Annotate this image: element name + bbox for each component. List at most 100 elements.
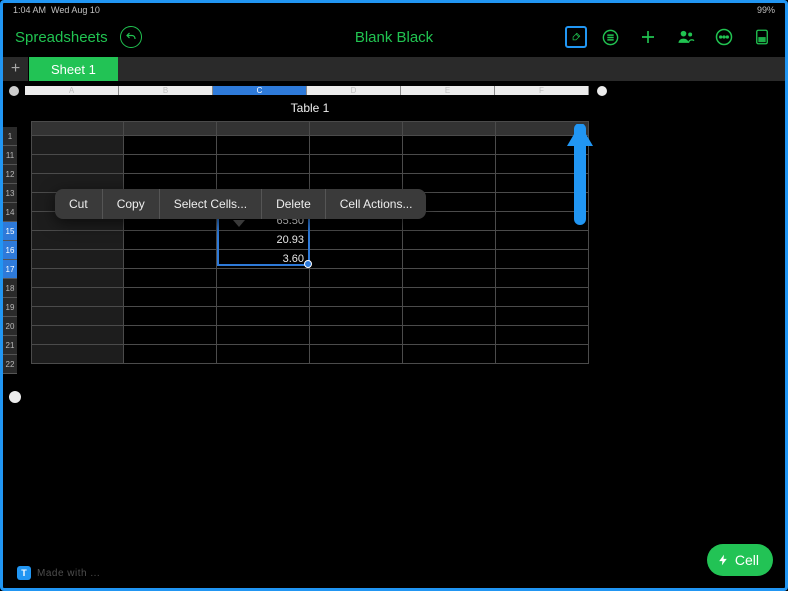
cell-B18[interactable] (124, 269, 217, 288)
row-header-12[interactable]: 12 (3, 165, 17, 184)
cell-E12[interactable] (403, 155, 496, 174)
row-header-16[interactable]: 16 (3, 241, 17, 260)
cell-F13[interactable] (496, 174, 589, 193)
grid[interactable]: 65.5020.933.60 (31, 121, 589, 364)
cell-F15[interactable] (496, 212, 589, 231)
row-header-21[interactable]: 21 (3, 336, 17, 355)
sheet-tab-1[interactable]: Sheet 1 (29, 57, 118, 81)
cell-C19[interactable] (217, 288, 310, 307)
cell-A21[interactable] (32, 326, 124, 345)
context-menu-cut[interactable]: Cut (55, 189, 103, 219)
cell-D17[interactable] (310, 250, 403, 269)
cell-B20[interactable] (124, 307, 217, 326)
cell-E11[interactable] (403, 136, 496, 155)
cell-F12[interactable] (496, 155, 589, 174)
row-header-17[interactable]: 17 (3, 260, 17, 279)
column-header-F[interactable]: F (495, 86, 589, 95)
cell-D16[interactable] (310, 231, 403, 250)
add-button[interactable] (637, 26, 659, 48)
cell-C16[interactable]: 20.93 (217, 231, 310, 250)
collab-button[interactable] (675, 26, 697, 48)
cell-A1[interactable] (32, 122, 124, 136)
scroll-handle[interactable] (597, 86, 607, 96)
spreadsheet-canvas[interactable]: ABCDEF 1111213141516171819202122 Table 1… (3, 81, 785, 588)
cell-B11[interactable] (124, 136, 217, 155)
back-button[interactable]: Spreadsheets (15, 29, 108, 46)
row-header-1[interactable]: 1 (3, 127, 17, 146)
cell-D12[interactable] (310, 155, 403, 174)
row-headers[interactable]: 1111213141516171819202122 (3, 127, 17, 374)
cell-A22[interactable] (32, 345, 124, 364)
row-scroll-handle[interactable] (9, 391, 21, 403)
context-menu-delete[interactable]: Delete (262, 189, 326, 219)
row-header-15[interactable]: 15 (3, 222, 17, 241)
cell-C18[interactable] (217, 269, 310, 288)
cell-F22[interactable] (496, 345, 589, 364)
document-panel-button[interactable] (751, 26, 773, 48)
cell-A16[interactable] (32, 231, 124, 250)
row-header-20[interactable]: 20 (3, 317, 17, 336)
table-title[interactable]: Table 1 (31, 101, 589, 115)
cell-D19[interactable] (310, 288, 403, 307)
cell-A19[interactable] (32, 288, 124, 307)
cell-F11[interactable] (496, 136, 589, 155)
cell-E18[interactable] (403, 269, 496, 288)
cell-C11[interactable] (217, 136, 310, 155)
cell-E19[interactable] (403, 288, 496, 307)
cell-A18[interactable] (32, 269, 124, 288)
column-header-B[interactable]: B (119, 86, 213, 95)
cell-C12[interactable] (217, 155, 310, 174)
cell-D1[interactable] (310, 122, 403, 136)
cell-C17[interactable]: 3.60 (217, 250, 310, 269)
cell-B21[interactable] (124, 326, 217, 345)
column-header-C[interactable]: C (213, 86, 307, 95)
cell-B1[interactable] (124, 122, 217, 136)
context-menu-cell-actions[interactable]: Cell Actions... (326, 189, 427, 219)
cell-C21[interactable] (217, 326, 310, 345)
row-header-18[interactable]: 18 (3, 279, 17, 298)
cell-F1[interactable] (496, 122, 589, 136)
row-header-19[interactable]: 19 (3, 298, 17, 317)
cell-A11[interactable] (32, 136, 124, 155)
column-headers[interactable]: ABCDEF (25, 84, 589, 96)
cell-E1[interactable] (403, 122, 496, 136)
cell-C20[interactable] (217, 307, 310, 326)
cell-D18[interactable] (310, 269, 403, 288)
cell-B19[interactable] (124, 288, 217, 307)
format-brush-button[interactable] (565, 26, 587, 48)
cell-F16[interactable] (496, 231, 589, 250)
cell-B16[interactable] (124, 231, 217, 250)
cell-E22[interactable] (403, 345, 496, 364)
table-1[interactable]: Table 1 65.5020.933.60 (31, 101, 589, 364)
cell-A17[interactable] (32, 250, 124, 269)
cell-F17[interactable] (496, 250, 589, 269)
cell-D20[interactable] (310, 307, 403, 326)
row-header-11[interactable]: 11 (3, 146, 17, 165)
cell-D21[interactable] (310, 326, 403, 345)
cell-E16[interactable] (403, 231, 496, 250)
context-menu-select-cells[interactable]: Select Cells... (160, 189, 262, 219)
cell-fab-button[interactable]: Cell (707, 544, 773, 576)
cell-E17[interactable] (403, 250, 496, 269)
add-sheet-button[interactable]: + (3, 57, 29, 81)
context-menu-copy[interactable]: Copy (103, 189, 160, 219)
column-header-D[interactable]: D (307, 86, 401, 95)
cell-D11[interactable] (310, 136, 403, 155)
cell-B12[interactable] (124, 155, 217, 174)
cell-F19[interactable] (496, 288, 589, 307)
row-header-14[interactable]: 14 (3, 203, 17, 222)
cell-F18[interactable] (496, 269, 589, 288)
more-button[interactable] (713, 26, 735, 48)
undo-button[interactable] (120, 26, 142, 48)
row-header-13[interactable]: 13 (3, 184, 17, 203)
view-options-button[interactable] (599, 26, 621, 48)
cell-C1[interactable] (217, 122, 310, 136)
cell-B17[interactable] (124, 250, 217, 269)
column-header-E[interactable]: E (401, 86, 495, 95)
cell-F20[interactable] (496, 307, 589, 326)
cell-F14[interactable] (496, 193, 589, 212)
row-header-22[interactable]: 22 (3, 355, 17, 374)
cell-B22[interactable] (124, 345, 217, 364)
cell-D22[interactable] (310, 345, 403, 364)
cell-E21[interactable] (403, 326, 496, 345)
